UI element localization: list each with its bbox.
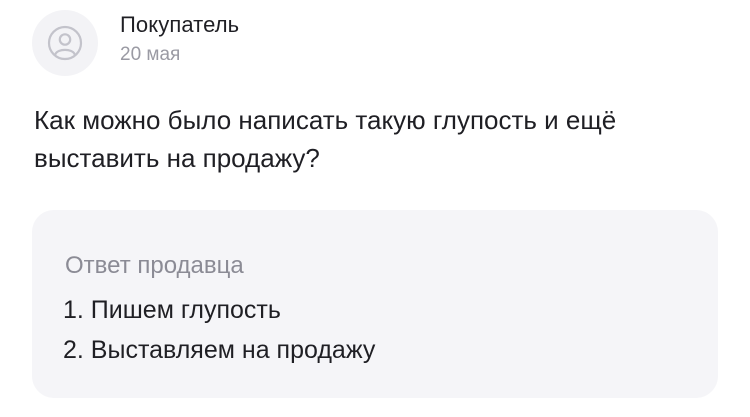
seller-answer-line: 2. Выставляем на продажу [63, 336, 376, 364]
review-date: 20 мая [120, 44, 181, 65]
user-icon [47, 25, 83, 61]
review-author[interactable]: Покупатель [120, 12, 239, 38]
seller-answer-line: 1. Пишем глупость [63, 296, 281, 324]
review-text: Как можно было написать такую глупость и… [34, 105, 617, 173]
avatar[interactable] [32, 10, 98, 76]
seller-answer: Ответ продавца 1. Пишем глупость 2. Выст… [32, 210, 718, 398]
seller-answer-title: Ответ продавца [65, 252, 244, 279]
review-card: Покупатель 20 мая Как можно было написат… [0, 0, 750, 417]
seller-answer-text: 1. Пишем глупость 2. Выставляем на прода… [63, 290, 375, 370]
